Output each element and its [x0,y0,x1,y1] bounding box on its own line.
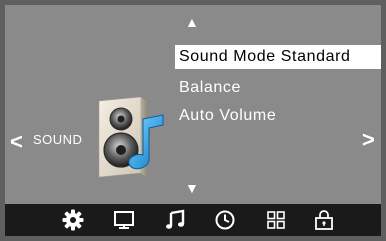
menu-item-sound-mode[interactable]: Sound Mode Standard [175,45,381,69]
monitor-icon[interactable] [111,207,137,233]
clock-icon[interactable] [212,207,238,233]
scroll-up-arrow[interactable]: ▲ [185,15,199,29]
menu-item-auto-volume[interactable]: Auto Volume [175,104,276,128]
speaker-music-note-icon [91,96,169,181]
lock-icon[interactable] [311,207,337,233]
grid-icon[interactable] [263,207,289,233]
gear-icon[interactable] [60,207,86,233]
category-toolbar [5,204,381,236]
category-label: SOUND [33,132,83,147]
scroll-down-arrow[interactable]: ▼ [185,181,199,195]
next-category-arrow[interactable]: > [362,129,375,151]
music-note-icon[interactable] [162,207,188,233]
menu-item-balance[interactable]: Balance [175,76,241,100]
osd-screen: ▲ < SOUND Sound Mode Standard Balance Au… [5,5,381,236]
previous-category-arrow[interactable]: < [10,131,23,153]
